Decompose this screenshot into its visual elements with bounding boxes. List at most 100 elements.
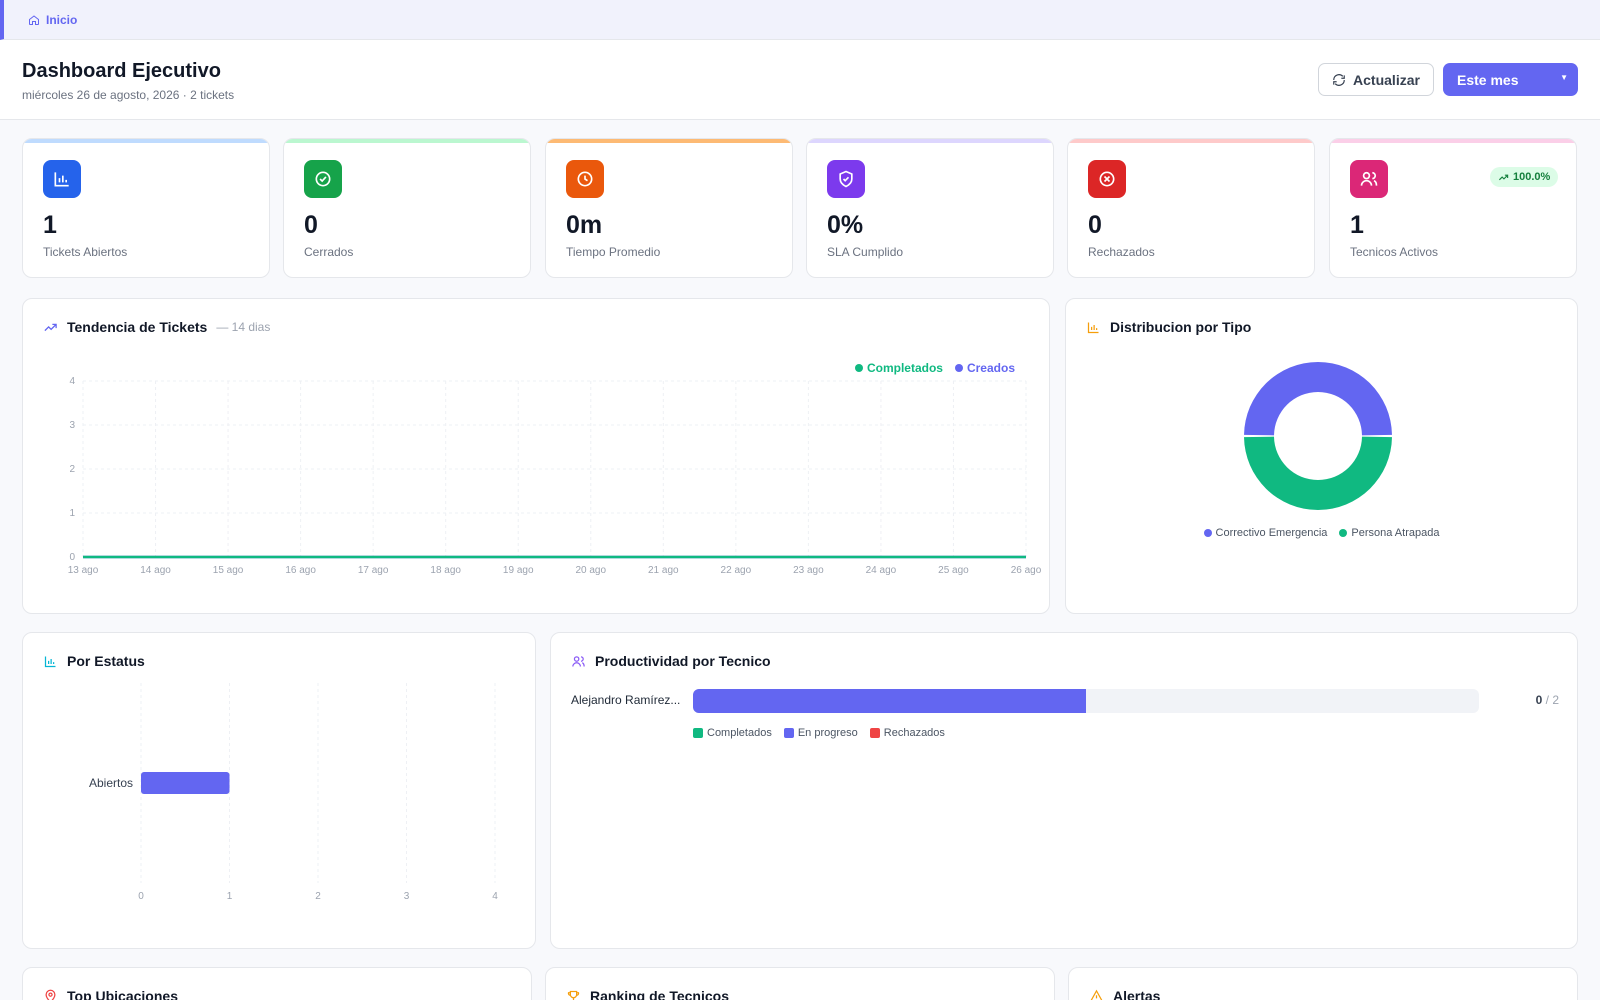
trend-badge: 100.0% [1490,167,1559,187]
alerts-card-header: Alertas [1089,988,1160,1000]
score-done: 0 [1535,693,1543,707]
kpi-value: 0 [304,211,318,239]
x-tick-label: 3 [404,891,410,902]
kpi-card-rejected: 0 Rechazados [1067,138,1315,278]
refresh-button[interactable]: Actualizar [1318,63,1434,96]
x-tick-label: 4 [492,891,498,902]
x-tick-label: 20 ago [575,565,606,576]
alerts-card: Alertas [1068,967,1578,1000]
locations-card: Top Ubicaciones [22,967,532,1000]
chart-legend: Correctivo Emergencia Persona Atrapada [1066,527,1577,539]
kpi-label: Tickets Abiertos [43,245,128,259]
kpi-value: 0% [827,211,864,239]
refresh-icon [1333,73,1345,86]
kpi-label: Cerrados [304,245,354,259]
y-tick-label: 0 [69,552,75,563]
card-title: Top Ubicaciones [67,988,178,1000]
trophy-icon [567,990,580,1000]
legend-label: En progreso [797,727,858,739]
kpi-accent-bar [807,139,1053,143]
kpi-value: 0 [1088,211,1102,239]
kpi-value: 1 [1350,211,1364,239]
technician-name: Alejandro Ramírez... [571,693,681,707]
y-tick-label: 3 [69,420,75,431]
trend-value: 100.0% [1513,171,1551,183]
legend-item[interactable]: Persona Atrapada [1339,527,1439,539]
x-tick-label: 21 ago [648,565,679,576]
kpi-label: Tiempo Promedio [566,245,661,259]
kpi-accent-bar [1068,139,1314,143]
kpi-label: Tecnicos Activos [1350,245,1439,259]
productivity-card: Productividad por Tecnico Alejandro Ramí… [550,632,1578,949]
legend-item: Completados [693,727,772,739]
kpi-label: SLA Cumplido [827,245,904,259]
legend-swatch [1203,529,1212,537]
donut-slice-0 [1244,362,1392,436]
x-tick-label: 1 [227,891,233,902]
distribution-card: Distribucion por Tipo Correctivo Emergen… [1065,298,1578,614]
breadcrumb-home[interactable]: Inicio [46,13,77,27]
x-tick-label: 23 ago [793,565,824,576]
x-tick-label: 15 ago [213,565,244,576]
x-tick-label: 18 ago [430,565,461,576]
category-label: Abiertos [89,776,133,790]
legend-label: Rechazados [883,727,945,739]
x-circle-icon [1088,160,1126,198]
kpi-accent-bar [284,139,530,143]
trending-up-icon [1498,174,1509,180]
kpi-card-technicians: 100.0% 1 Tecnicos Activos [1329,138,1577,278]
ranking-card-header: Ranking de Tecnicos [566,988,729,1000]
x-tick-label: 22 ago [721,565,752,576]
caret-down-icon: ▼ [1560,73,1568,82]
bar-chart-icon [43,160,81,198]
legend-item: En progreso [783,727,858,739]
legend-label: Correctivo Emergencia [1215,527,1328,539]
kpi-value: 0m [566,211,603,239]
home-icon [29,14,39,25]
legend-swatch [693,728,703,738]
trend-card: Tendencia de Tickets — 14 dias Completad… [22,298,1050,614]
legend-swatch [783,728,794,738]
y-tick-label: 2 [69,464,75,475]
shield-check-icon [827,160,865,198]
map-pin-icon [45,989,56,1000]
x-tick-label: 17 ago [358,565,389,576]
progress-fill-in-progress [693,689,1086,713]
chart-legend: Completados En progreso Rechazados [693,727,945,739]
clock-icon [566,160,604,198]
legend-label: Persona Atrapada [1351,527,1440,539]
x-tick-label: 13 ago [68,565,99,576]
legend-item[interactable]: Correctivo Emergencia [1203,527,1328,539]
kpi-card-closed: 0 Cerrados [283,138,531,278]
trend-chart: 0 1 2 3 4 13 ago 14 ago 15 ago 16 ago 17 ago 18 ag… [68,376,1042,576]
users-icon [1350,160,1388,198]
kpi-card-avg-time: 0m Tiempo Promedio [545,138,793,278]
breadcrumb[interactable]: Inicio [28,13,77,27]
donut-slice-1 [1244,436,1392,510]
page-header: Dashboard Ejecutivo miércoles 26 de agos… [0,40,1600,120]
donut-chart [1244,362,1392,510]
legend-item: Rechazados [869,727,945,739]
page-title: Dashboard Ejecutivo [22,60,221,82]
legend-swatch [869,728,880,738]
x-tick-label: 16 ago [285,565,316,576]
x-tick-label: 0 [138,891,144,902]
period-select[interactable]: Este mes ▼ [1443,63,1578,96]
productivity-card-header: Productividad por Tecnico [571,653,771,669]
x-tick-label: 25 ago [938,565,969,576]
top-bar: Inicio [0,0,1600,40]
x-tick-label: 14 ago [140,565,171,576]
kpi-card-sla: 0% SLA Cumplido [806,138,1054,278]
status-bar [141,772,230,794]
ranking-card: Ranking de Tecnicos [545,967,1055,1000]
card-title: Ranking de Tecnicos [590,988,729,1000]
x-tick-label: 19 ago [503,565,534,576]
legend-swatch [1339,529,1348,537]
status-chart: 0 1 2 3 4 Abiertos [89,683,498,902]
legend-label: Completados [707,727,772,739]
y-tick-label: 4 [69,376,75,387]
refresh-label: Actualizar [1353,71,1420,88]
locations-card-header: Top Ubicaciones [43,988,178,1000]
check-circle-icon [304,160,342,198]
x-tick-label: 2 [315,891,321,902]
